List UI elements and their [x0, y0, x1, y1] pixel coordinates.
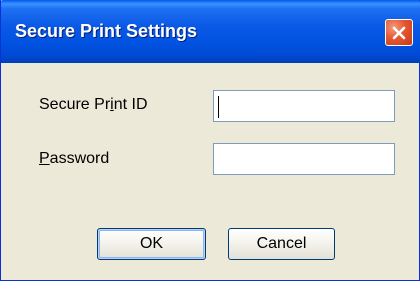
password-label: Password — [39, 150, 109, 168]
cancel-button[interactable]: Cancel — [228, 228, 335, 260]
close-button[interactable] — [385, 19, 413, 46]
text-caret — [218, 96, 219, 118]
dialog-title: Secure Print Settings — [15, 21, 198, 41]
ok-button[interactable]: OK — [97, 228, 206, 260]
secure-print-id-label-part: Secure Pr — [39, 96, 111, 113]
password-label-mnemonic: P — [39, 150, 50, 167]
title-bar[interactable]: Secure Print Settings — [1, 0, 420, 63]
secure-print-id-label-rest: nt ID — [113, 96, 148, 113]
secure-print-id-label: Secure Print ID — [39, 96, 148, 114]
secure-print-id-input[interactable] — [213, 90, 395, 122]
password-label-rest: assword — [49, 150, 110, 167]
close-icon — [391, 25, 407, 41]
secure-print-settings-dialog: Secure Print Settings Secure Print ID Pa… — [0, 0, 420, 281]
password-input[interactable] — [213, 143, 395, 175]
